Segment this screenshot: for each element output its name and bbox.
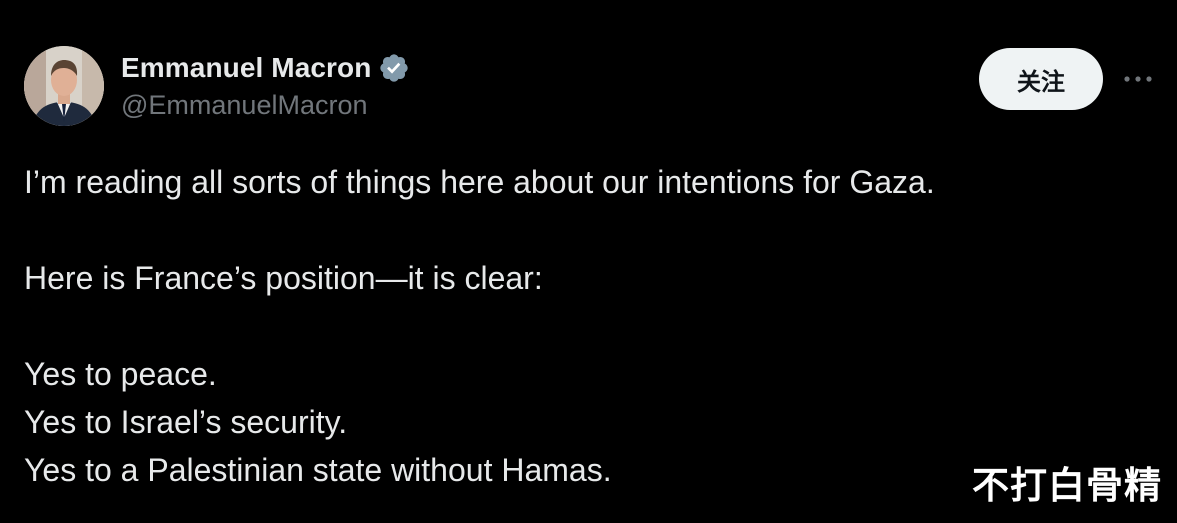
tweet-card: Emmanuel Macron @EmmanuelMacron 关注 I’m r… — [0, 0, 1177, 523]
display-name[interactable]: Emmanuel Macron — [121, 52, 371, 84]
tweet-text: I’m reading all sorts of things here abo… — [24, 158, 1124, 494]
tweet-line: I’m reading all sorts of things here abo… — [24, 164, 935, 200]
more-horizontal-icon — [1124, 76, 1152, 82]
author-block: Emmanuel Macron @EmmanuelMacron — [121, 50, 410, 121]
more-button[interactable] — [1118, 64, 1158, 94]
name-row: Emmanuel Macron — [121, 50, 410, 86]
handle[interactable]: @EmmanuelMacron — [121, 90, 410, 121]
tweet-line: Yes to peace. — [24, 356, 217, 392]
verified-badge-icon[interactable] — [378, 52, 410, 84]
tweet-line-blank — [24, 206, 1124, 254]
follow-button[interactable]: 关注 — [979, 48, 1103, 110]
tweet-line-blank — [24, 302, 1124, 350]
tweet-line: Here is France’s position—it is clear: — [24, 260, 543, 296]
avatar-image — [24, 46, 104, 126]
avatar[interactable] — [24, 46, 104, 126]
watermark-text: 不打白骨精 — [972, 464, 1162, 507]
tweet-line: Yes to Israel’s security. — [24, 404, 348, 440]
tweet-line: Yes to a Palestinian state without Hamas… — [24, 452, 612, 488]
